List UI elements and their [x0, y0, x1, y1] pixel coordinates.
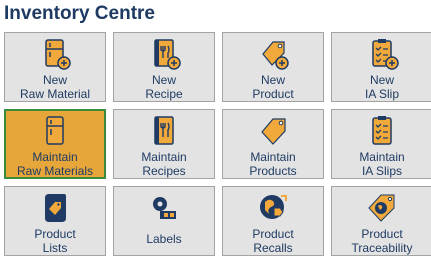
price-tag-icon — [261, 118, 286, 145]
maintain-products-button[interactable]: Maintain Products — [222, 109, 324, 179]
price-tag-add-icon — [262, 41, 289, 70]
page-title: Inventory Centre — [4, 3, 155, 24]
new-ia-slip-button[interactable]: New IA Slip — [331, 32, 431, 102]
recall-icon — [260, 195, 287, 219]
tile-label: New IA Slip — [364, 73, 400, 101]
globe-tag-icon — [368, 194, 395, 222]
new-raw-material-button[interactable]: New Raw Material — [4, 32, 106, 102]
tile-grid: New Raw Material New Recipe New Product — [4, 32, 431, 256]
tile-label: Maintain Raw Materials — [16, 150, 94, 178]
label-roll-icon — [153, 197, 176, 219]
tile-label: Maintain Recipes — [141, 150, 187, 178]
tile-label: Product Lists — [34, 227, 76, 255]
fridge-icon — [46, 116, 64, 145]
tile-label: New Raw Material — [19, 73, 91, 101]
tile-label: Labels — [146, 232, 182, 246]
tile-label: Product Recalls — [252, 227, 294, 255]
maintain-raw-materials-button[interactable]: Maintain Raw Materials — [4, 109, 106, 179]
recipe-book-add-icon — [154, 39, 181, 70]
new-recipe-button[interactable]: New Recipe — [113, 32, 215, 102]
product-traceability-button[interactable]: Product Traceability — [331, 186, 431, 256]
labels-button[interactable]: Labels — [113, 186, 215, 256]
tile-label: Maintain IA Slips — [359, 150, 405, 178]
maintain-recipes-button[interactable]: Maintain Recipes — [113, 109, 215, 179]
checklist-add-icon — [372, 39, 399, 70]
checklist-icon — [372, 116, 392, 145]
tile-label: New Product — [252, 73, 294, 101]
new-product-button[interactable]: New Product — [222, 32, 324, 102]
tile-label: Maintain Products — [249, 150, 297, 178]
tile-label: New Recipe — [145, 73, 183, 101]
tag-list-icon — [45, 194, 66, 222]
product-recalls-button[interactable]: Product Recalls — [222, 186, 324, 256]
fridge-add-icon — [45, 39, 71, 70]
product-lists-button[interactable]: Product Lists — [4, 186, 106, 256]
recipe-book-icon — [154, 116, 174, 145]
maintain-ia-slips-button[interactable]: Maintain IA Slips — [331, 109, 431, 179]
tile-label: Product Traceability — [351, 227, 413, 255]
